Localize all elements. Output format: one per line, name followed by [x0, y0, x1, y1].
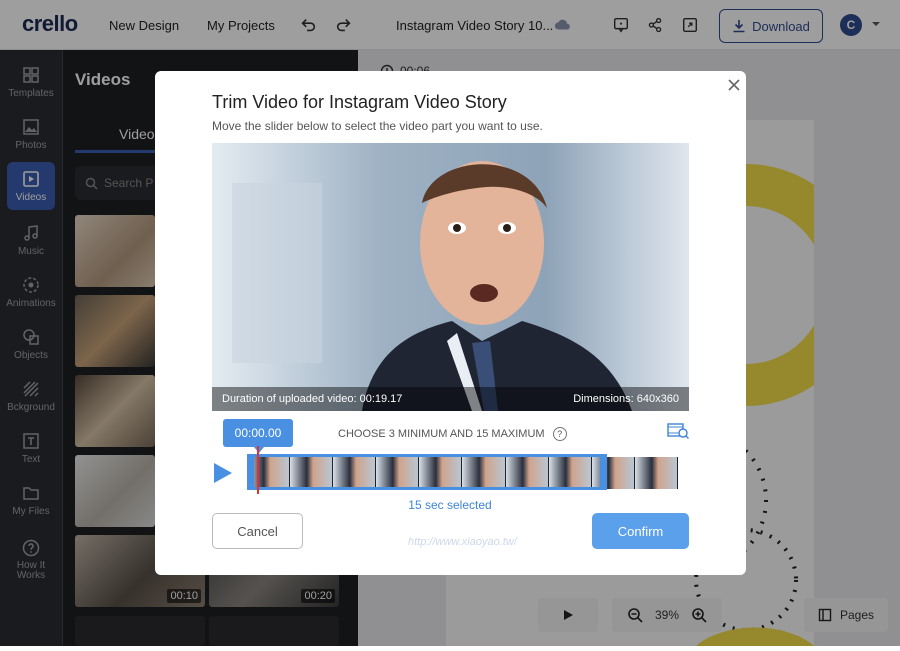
timecode-badge: 00:00.00 — [223, 419, 293, 447]
selection-range[interactable] — [247, 454, 607, 490]
dialog-subtitle: Move the slider below to select the vide… — [212, 119, 543, 133]
duration-hint: CHOOSE 3 MINIMUM AND 15 MAXIMUM ? — [338, 427, 567, 441]
film-zoom-icon[interactable] — [667, 421, 689, 439]
video-info-bar: Duration of uploaded video: 00:19.17 Dim… — [212, 387, 689, 411]
play-icon[interactable] — [212, 461, 234, 485]
duration-hint-text: CHOOSE 3 MINIMUM AND 15 MAXIMUM — [338, 428, 545, 440]
help-icon[interactable]: ? — [552, 427, 567, 441]
confirm-button[interactable]: Confirm — [592, 513, 689, 549]
dimensions-label: Dimensions: 640x360 — [573, 393, 679, 405]
video-frame — [212, 143, 689, 411]
playhead[interactable] — [257, 446, 259, 494]
close-icon[interactable] — [726, 77, 742, 93]
cancel-button[interactable]: Cancel — [212, 513, 303, 549]
timecode-pointer — [254, 447, 264, 453]
selected-duration: 15 sec selected — [408, 498, 492, 512]
range-end-handle[interactable] — [600, 454, 607, 490]
watermark: http://www.xiaoyao.tw/ — [408, 536, 517, 548]
range-start-handle[interactable] — [247, 454, 254, 490]
filmstrip-frame — [634, 457, 678, 489]
dialog-title: Trim Video for Instagram Video Story — [212, 92, 507, 112]
trim-video-dialog: Trim Video for Instagram Video Story Mov… — [155, 71, 746, 575]
duration-label: Duration of uploaded video: 00:19.17 — [222, 393, 403, 405]
video-preview: Duration of uploaded video: 00:19.17 Dim… — [212, 143, 689, 411]
